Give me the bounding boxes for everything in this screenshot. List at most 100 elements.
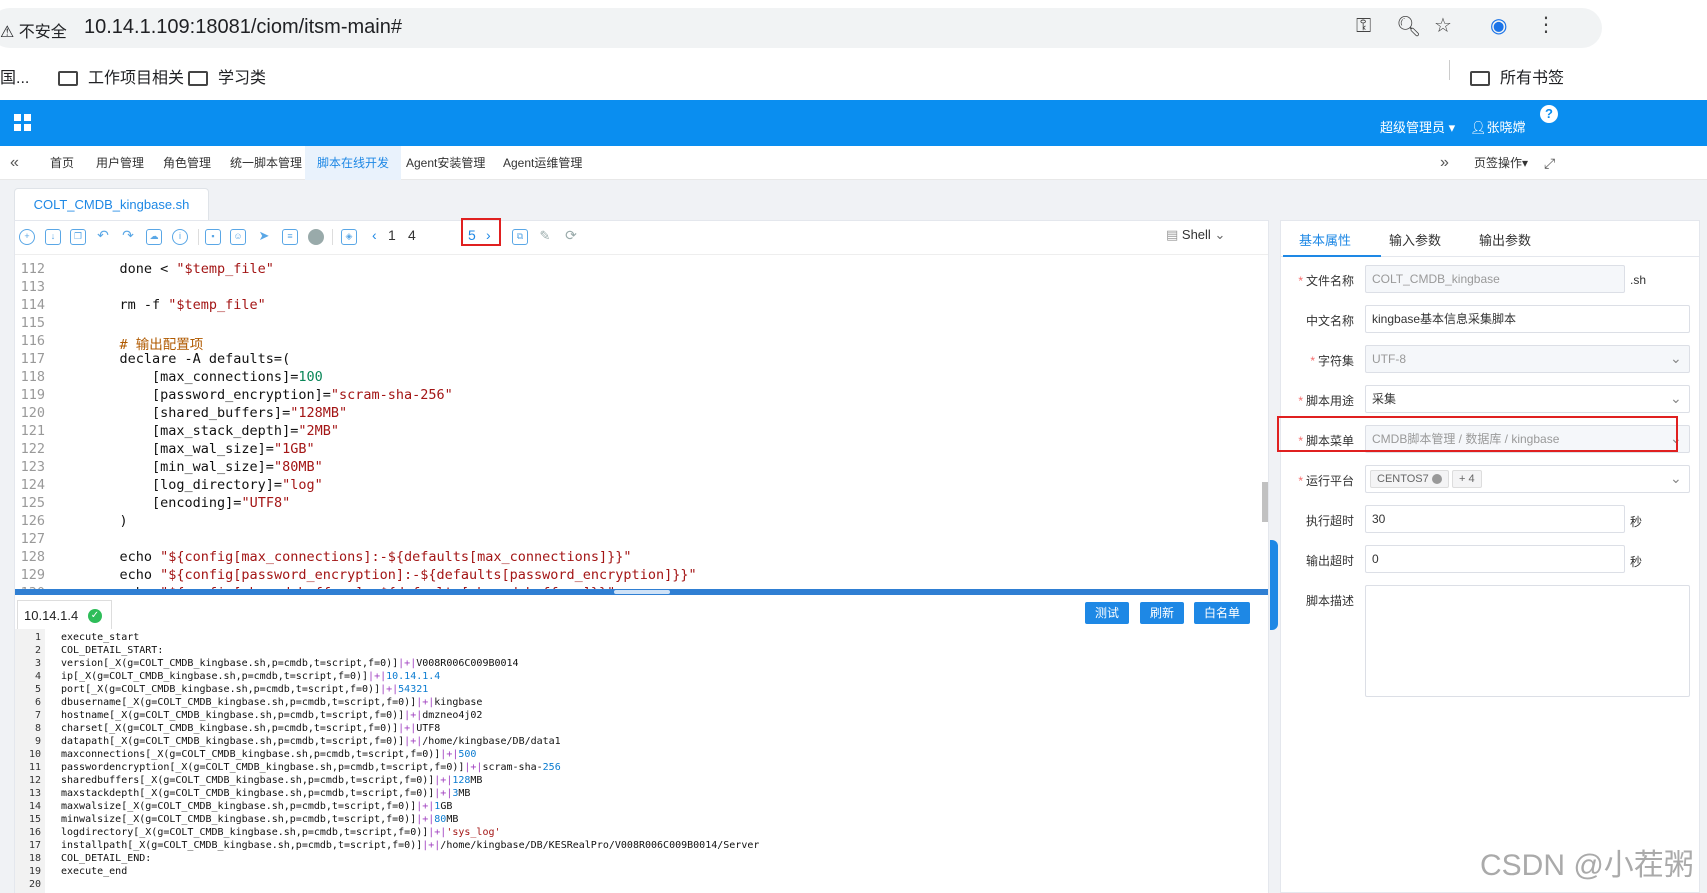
- user-menu[interactable]: 👤︎张晓嫦: [1470, 117, 1526, 136]
- undo-icon[interactable]: ↶: [95, 228, 111, 245]
- whitelist-button[interactable]: 白名单: [1194, 602, 1250, 624]
- user-icon[interactable]: ☺: [230, 229, 246, 245]
- tab-output-params[interactable]: 输出参数: [1479, 230, 1531, 249]
- list-icon[interactable]: ≡: [282, 229, 298, 245]
- desc-textarea[interactable]: [1365, 585, 1690, 697]
- language-select[interactable]: ▤ Shell ⌄: [1166, 227, 1225, 243]
- edit-icon[interactable]: ✎: [537, 229, 553, 245]
- refresh-button[interactable]: 刷新: [1140, 602, 1184, 624]
- code-line[interactable]: [max_connections]=100: [87, 369, 323, 385]
- zoom-icon[interactable]: 🔍︎: [1396, 14, 1421, 39]
- result-line[interactable]: execute_start: [61, 632, 139, 643]
- code-line[interactable]: [log_directory]="log": [87, 477, 323, 493]
- result-line[interactable]: version[_X(g=COLT_CMDB_kingbase.sh,p=cmd…: [61, 658, 519, 669]
- usage-select[interactable]: 采集: [1365, 385, 1690, 413]
- app-logo-icon[interactable]: [14, 114, 32, 132]
- code-line[interactable]: ): [87, 513, 128, 529]
- code-line[interactable]: [max_wal_size]="1GB": [87, 441, 315, 457]
- result-output[interactable]: execute_start COL_DETAIL_START: version[_X…: [15, 629, 1268, 893]
- code-line[interactable]: declare -A defaults=(: [87, 351, 291, 367]
- file-name-input[interactable]: COLT_CMDB_kingbase: [1365, 265, 1625, 293]
- result-line[interactable]: sharedbuffers[_X(g=COLT_CMDB_kingbase.sh…: [61, 775, 482, 786]
- result-line[interactable]: minwalsize[_X(g=COLT_CMDB_kingbase.sh,p=…: [61, 814, 458, 825]
- result-line[interactable]: maxconnections[_X(g=COLT_CMDB_kingbase.s…: [61, 749, 476, 760]
- cn-name-input[interactable]: kingbase基本信息采集脚本: [1365, 305, 1690, 333]
- charset-select[interactable]: UTF-8: [1365, 345, 1690, 373]
- save-icon[interactable]: ▪: [205, 229, 221, 245]
- nav-scroll-right-icon[interactable]: »: [1440, 146, 1449, 180]
- tab-basic-props[interactable]: 基本属性: [1299, 230, 1351, 249]
- platform-more-tag[interactable]: + 4: [1452, 470, 1482, 488]
- more-menu-icon[interactable]: ⋮: [1536, 12, 1556, 37]
- close-icon[interactable]: [1431, 474, 1442, 485]
- platform-tag[interactable]: CENTOS7: [1370, 470, 1449, 488]
- security-indicator[interactable]: ⚠ 不安全: [0, 18, 67, 42]
- result-line[interactable]: hostname[_X(g=COLT_CMDB_kingbase.sh,p=cm…: [61, 710, 482, 721]
- result-line[interactable]: passwordencryption[_X(g=COLT_CMDB_kingba…: [61, 762, 561, 773]
- profile-icon[interactable]: ◉: [1490, 13, 1507, 38]
- redo-icon[interactable]: ↷: [120, 228, 136, 245]
- tab-agent-ops[interactable]: Agent运维管理: [491, 146, 594, 180]
- code-line[interactable]: echo "${config[max_connections]:-${defau…: [87, 549, 632, 565]
- split-grip[interactable]: [614, 590, 670, 594]
- pager-page[interactable]: 1: [388, 227, 396, 243]
- layers-icon[interactable]: ◈: [341, 229, 357, 245]
- info-icon[interactable]: i: [172, 229, 188, 245]
- result-line[interactable]: installpath[_X(g=COLT_CMDB_kingbase.sh,p…: [61, 840, 759, 851]
- code-line[interactable]: rm -f "$temp_file": [87, 297, 266, 313]
- result-line[interactable]: maxstackdepth[_X(g=COLT_CMDB_kingbase.sh…: [61, 788, 470, 799]
- help-icon[interactable]: ?: [1540, 105, 1558, 123]
- nav-scroll-left-icon[interactable]: «: [10, 146, 19, 180]
- pager-page[interactable]: 4: [408, 227, 416, 243]
- code-line[interactable]: done < "$temp_file": [87, 261, 274, 277]
- code-line[interactable]: echo "${config[password_encryption]:-${d…: [87, 567, 697, 583]
- result-line[interactable]: logdirectory[_X(g=COLT_CMDB_kingbase.sh,…: [61, 827, 501, 838]
- bookmark-item[interactable]: 国...: [0, 64, 29, 88]
- result-line[interactable]: datapath[_X(g=COLT_CMDB_kingbase.sh,p=cm…: [61, 736, 561, 747]
- result-line[interactable]: execute_end: [61, 866, 127, 877]
- code-line[interactable]: [shared_buffers]="128MB": [87, 405, 347, 421]
- result-line[interactable]: maxwalsize[_X(g=COLT_CMDB_kingbase.sh,p=…: [61, 801, 452, 812]
- code-line[interactable]: [min_wal_size]="80MB": [87, 459, 323, 475]
- cloud-icon[interactable]: ☁: [146, 229, 162, 245]
- result-line[interactable]: port[_X(g=COLT_CMDB_kingbase.sh,p=cmdb,t…: [61, 684, 428, 695]
- bookmark-folder-study[interactable]: 学习类: [188, 64, 266, 88]
- file-tab[interactable]: COLT_CMDB_kingbase.sh: [14, 188, 209, 220]
- test-button[interactable]: 测试: [1085, 602, 1129, 624]
- tab-script-mgmt[interactable]: 统一脚本管理: [218, 146, 314, 180]
- tab-user-mgmt[interactable]: 用户管理: [84, 146, 156, 180]
- all-bookmarks[interactable]: 所有书签: [1470, 64, 1564, 88]
- page-ops-dropdown[interactable]: 页签操作▾: [1474, 146, 1528, 180]
- role-dropdown[interactable]: 超级管理员 ▾: [1380, 117, 1455, 136]
- code-line[interactable]: [max_stack_depth]="2MB": [87, 423, 339, 439]
- tab-agent-install[interactable]: Agent安装管理: [394, 146, 497, 180]
- tab-input-params[interactable]: 输入参数: [1389, 230, 1441, 249]
- code-line[interactable]: [password_encryption]="scram-sha-256": [87, 387, 453, 403]
- key-icon[interactable]: ⚿: [1356, 15, 1371, 38]
- tab-home[interactable]: 首页: [38, 146, 86, 180]
- duplicate-icon[interactable]: ⧉: [512, 229, 528, 245]
- exec-timeout-input[interactable]: 30: [1365, 505, 1625, 533]
- copy-icon[interactable]: ❐: [70, 229, 86, 245]
- add-icon[interactable]: +: [19, 229, 35, 245]
- send-icon[interactable]: ➤: [256, 229, 272, 245]
- code-line[interactable]: [encoding]="UTF8": [87, 495, 290, 511]
- url-text[interactable]: 10.14.1.109:18081/ciom/itsm-main#: [84, 16, 402, 39]
- tab-script-online-dev[interactable]: 脚本在线开发: [305, 146, 402, 180]
- result-line[interactable]: ip[_X(g=COLT_CMDB_kingbase.sh,p=cmdb,t=s…: [61, 671, 440, 682]
- refresh-icon[interactable]: ⟳: [563, 228, 579, 245]
- result-line[interactable]: COL_DETAIL_START:: [61, 645, 163, 656]
- result-line[interactable]: charset[_X(g=COLT_CMDB_kingbase.sh,p=cmd…: [61, 723, 440, 734]
- result-line[interactable]: COL_DETAIL_END:: [61, 853, 151, 864]
- pager-prev-icon[interactable]: ‹: [372, 227, 377, 243]
- download-icon[interactable]: ↓: [45, 229, 61, 245]
- star-icon[interactable]: ☆: [1434, 13, 1452, 38]
- stop-icon[interactable]: [308, 229, 324, 245]
- tab-role-mgmt[interactable]: 角色管理: [151, 146, 223, 180]
- bookmark-folder-work[interactable]: 工作项目相关: [58, 64, 184, 88]
- code-editor[interactable]: 112 done < "$temp_file" 113 114 rm -f "$te…: [15, 255, 1268, 590]
- result-line[interactable]: dbusername[_X(g=COLT_CMDB_kingbase.sh,p=…: [61, 697, 482, 708]
- out-timeout-input[interactable]: 0: [1365, 545, 1625, 573]
- fullscreen-icon[interactable]: ⤢: [1544, 146, 1555, 180]
- code-line[interactable]: # 输出配置项: [87, 333, 204, 353]
